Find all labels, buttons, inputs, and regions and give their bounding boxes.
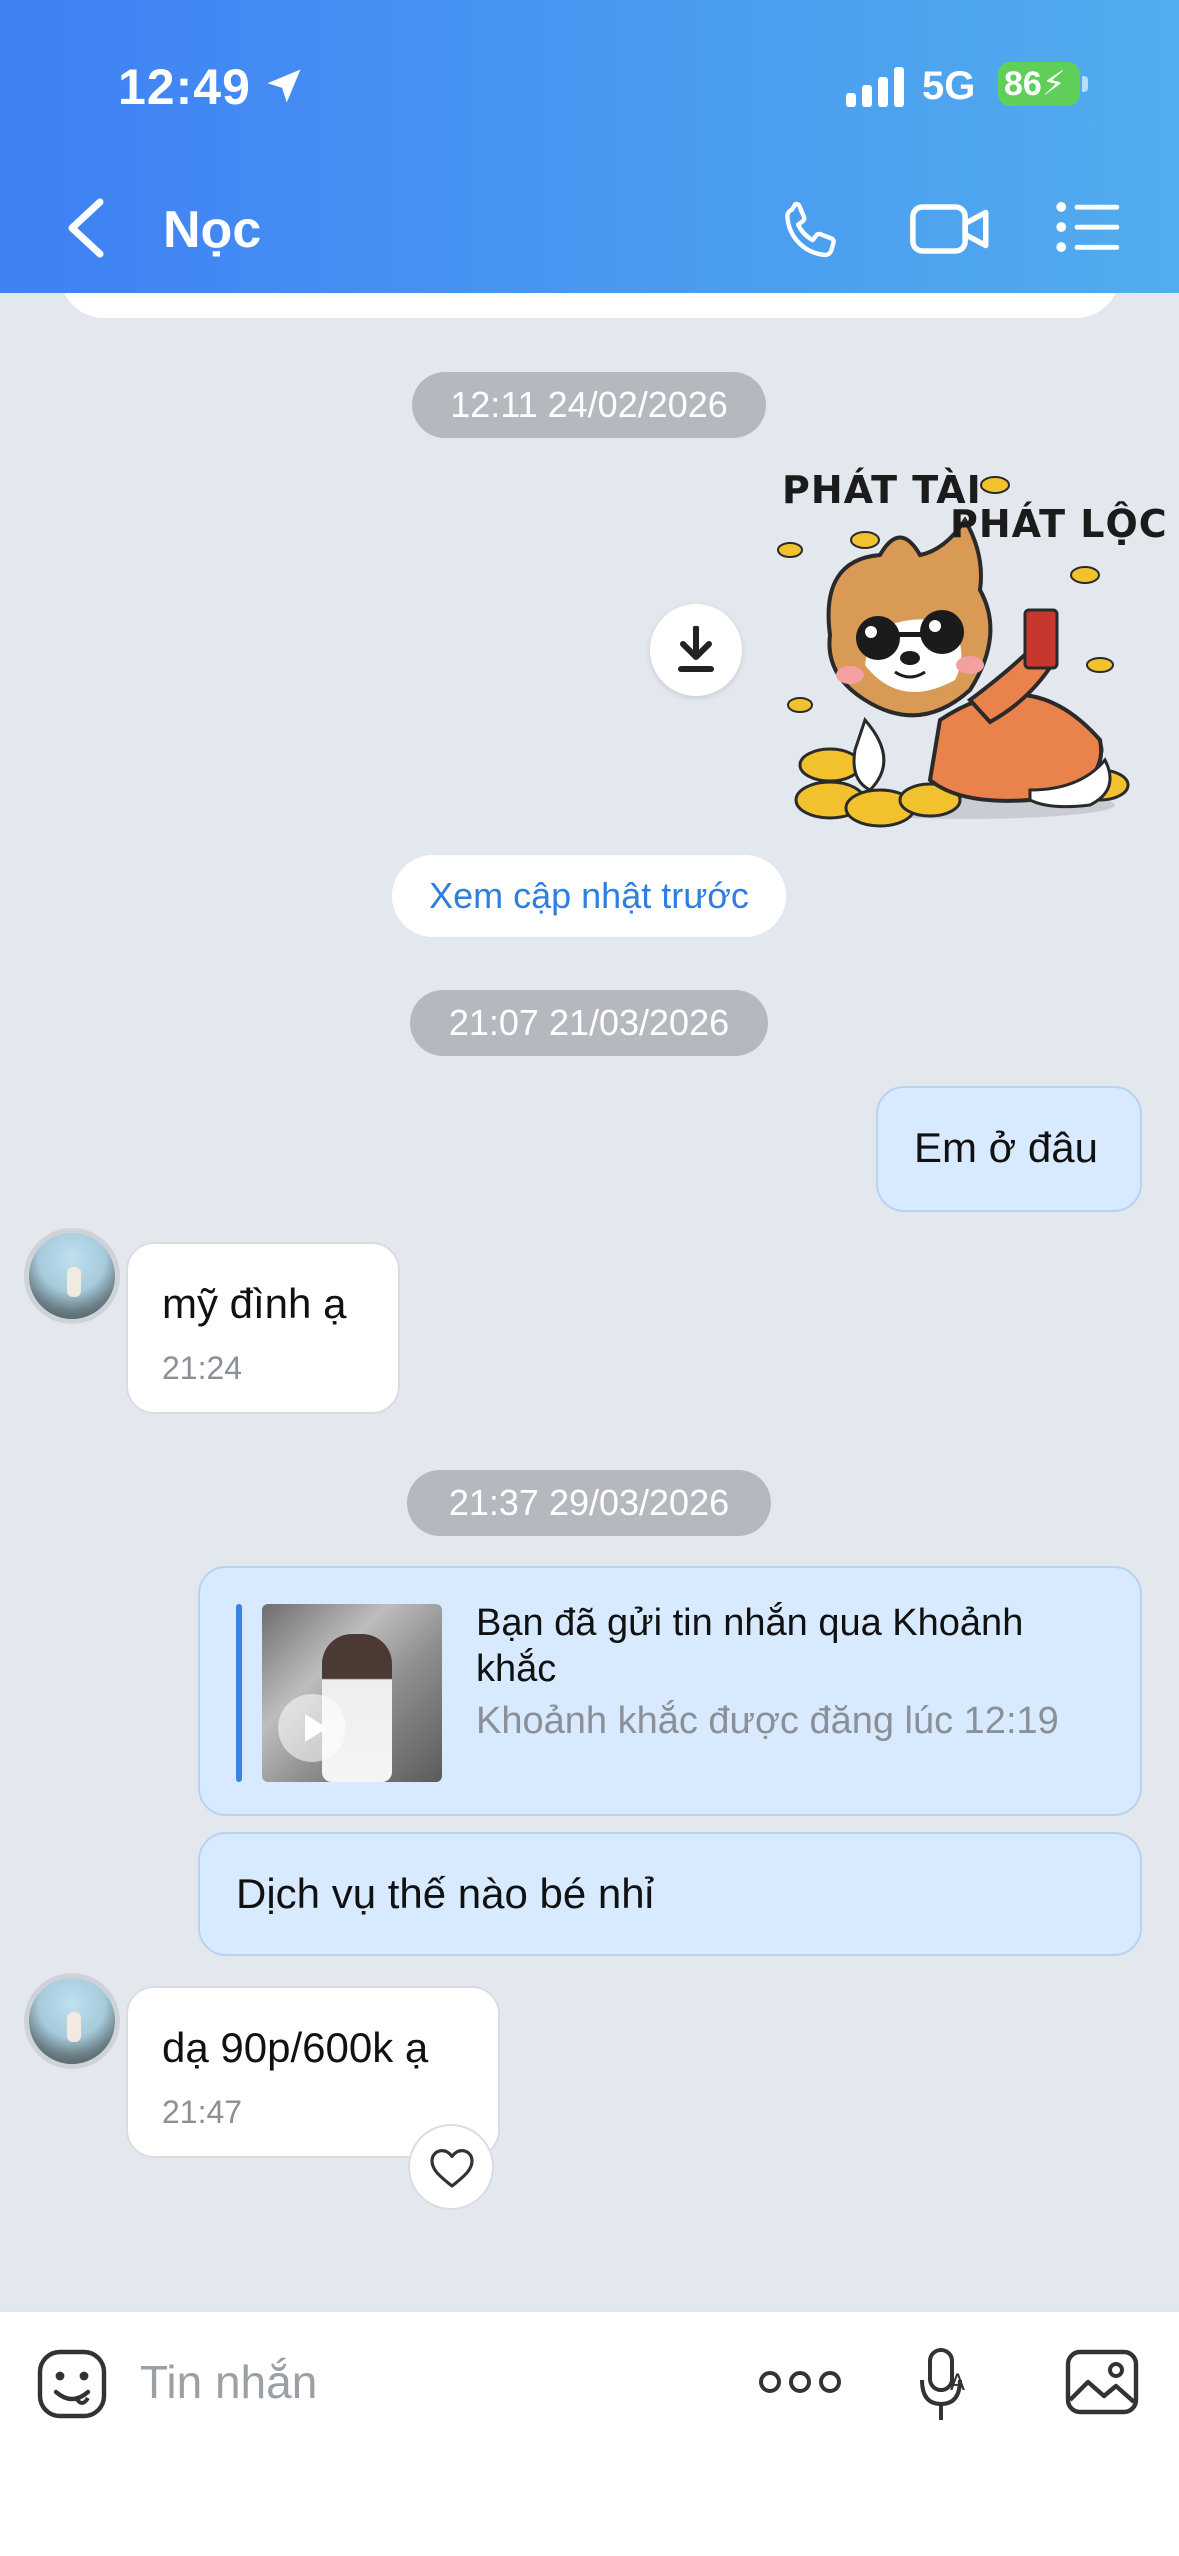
incoming-message[interactable]: mỹ đình ạ 21:24 [126, 1242, 400, 1414]
battery-indicator: 86⚡ [998, 62, 1080, 106]
signal-icon [846, 67, 904, 107]
network-type: 5G [922, 64, 976, 108]
message-composer: A [0, 2311, 1179, 2556]
see-previous-updates-button[interactable]: Xem cập nhật trước [392, 855, 786, 937]
battery-cap [1082, 76, 1088, 92]
date-separator: 21:07 21/03/2026 [410, 990, 768, 1056]
quote-bar [236, 1604, 242, 1782]
message-text: dạ 90p/600k ạ [162, 2024, 429, 2071]
moment-subtitle: Khoảnh khắc được đăng lúc 12:19 [476, 1700, 1059, 1742]
moment-reply-message[interactable]: Bạn đã gửi tin nhắn qua Khoảnh khắc Khoả… [198, 1566, 1142, 1816]
menu-list-icon[interactable] [1054, 198, 1122, 256]
react-heart-button[interactable] [408, 2124, 494, 2210]
date-separator: 12:11 24/02/2026 [412, 372, 766, 438]
more-options-icon[interactable] [758, 2364, 842, 2400]
video-call-icon[interactable] [908, 196, 992, 262]
battery-level: 86 [1004, 65, 1042, 103]
message-time: 21:47 [162, 2094, 243, 2130]
message-input[interactable] [140, 2342, 700, 2422]
message-text: Em ở đâu [914, 1124, 1098, 1171]
message-time: 21:24 [162, 1350, 243, 1386]
play-icon[interactable] [278, 1694, 346, 1762]
back-chevron-icon[interactable] [64, 198, 108, 258]
avatar-figure [67, 2012, 81, 2042]
emoji-sticker-icon[interactable] [36, 2348, 108, 2420]
outgoing-message[interactable]: Dịch vụ thế nào bé nhỉ [198, 1832, 1142, 1956]
moment-thumbnail[interactable] [262, 1604, 442, 1782]
download-icon [678, 626, 714, 672]
download-button[interactable] [650, 604, 742, 696]
outgoing-message[interactable]: Em ở đâu [876, 1086, 1142, 1212]
chat-title[interactable]: Nọc [163, 200, 261, 260]
contact-avatar[interactable] [24, 1228, 120, 1324]
message-text: Dịch vụ thế nào bé nhỉ [236, 1870, 654, 1917]
date-separator: 21:37 29/03/2026 [407, 1470, 771, 1536]
svg-text:A: A [950, 2371, 965, 2396]
chat-header: 12:49 5G 86⚡ Nọc [0, 0, 1179, 293]
avatar-figure [67, 1267, 81, 1297]
moment-title: Bạn đã gửi tin nhắn qua Khoảnh khắc [476, 1602, 1024, 1690]
location-arrow-icon [267, 69, 301, 103]
heart-icon [430, 2149, 474, 2188]
phone-call-icon[interactable] [776, 196, 846, 266]
sticker-caption-2: PHÁT LỘC [950, 502, 1168, 546]
status-time: 12:49 [118, 59, 251, 115]
contact-avatar[interactable] [24, 1973, 120, 2069]
voice-to-text-mic-icon[interactable]: A [918, 2346, 974, 2426]
message-text: mỹ đình ạ [162, 1280, 347, 1327]
image-gallery-icon[interactable] [1064, 2348, 1140, 2416]
